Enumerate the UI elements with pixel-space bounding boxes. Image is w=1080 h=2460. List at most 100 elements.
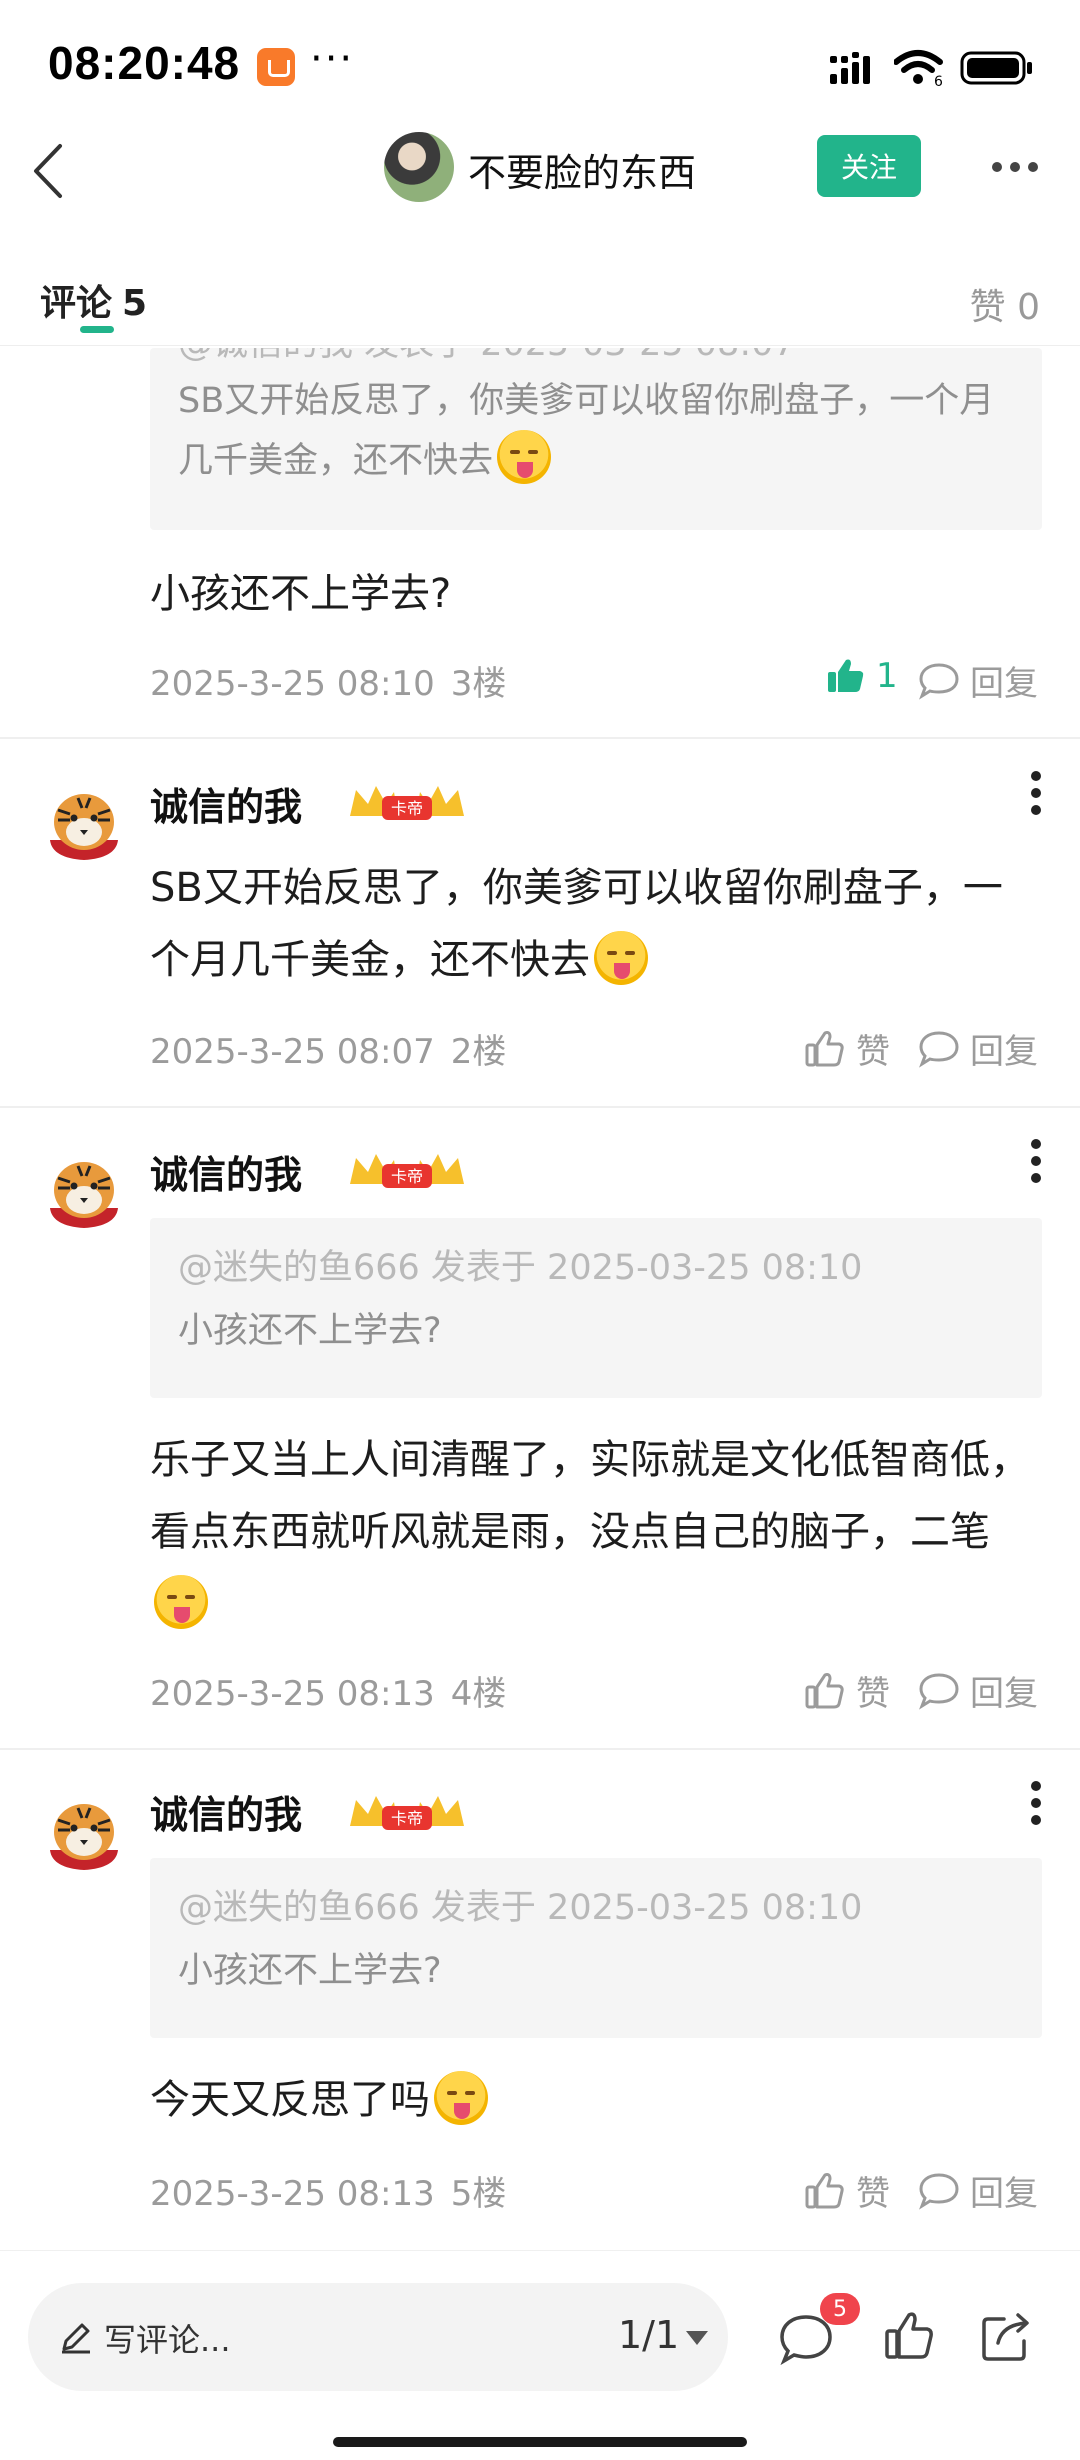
like-label: 赞 bbox=[856, 1674, 890, 1714]
more-icon[interactable] bbox=[990, 160, 1040, 174]
quoted-comment: @诚信的我 发表于 2025-03-25 08:07 SB又开始反思了，你美爹可… bbox=[150, 348, 1042, 530]
user-name[interactable]: 诚信的我 bbox=[150, 776, 302, 831]
page-indicator[interactable]: 1/1 bbox=[618, 2313, 679, 2357]
quoted-comment: @迷失的鱼666 发表于 2025-03-25 08:10 小孩还不上学去? bbox=[150, 1218, 1042, 1398]
emoji-drooling-icon bbox=[434, 2071, 488, 2125]
kebab-menu-icon[interactable] bbox=[1030, 1780, 1042, 1826]
thumb-up-icon bbox=[805, 1030, 844, 1066]
quote-text-content: SB又开始反思了，你美爹可以收留你刷盘子，一个月几千美金，还不快去 bbox=[178, 381, 995, 481]
reply-bubble-icon bbox=[919, 1672, 959, 1710]
comment-text-content: 今天又反思了吗 bbox=[150, 2077, 430, 2123]
quote-meta: @迷失的鱼666 发表于 2025-03-25 08:10 bbox=[178, 1248, 863, 1288]
quote-text: SB又开始反思了，你美爹可以收留你刷盘子，一个月几千美金，还不快去 bbox=[178, 372, 1018, 490]
comment-tabs: 评论 5 赞 0 bbox=[0, 260, 1080, 346]
comment-text: SB又开始反思了，你美爹可以收留你刷盘子，一个月几千美金，还不快去 bbox=[150, 852, 1030, 996]
user-avatar-tiger[interactable] bbox=[42, 780, 126, 864]
caret-down-icon[interactable] bbox=[686, 2331, 708, 2345]
tab-comments[interactable]: 评论 5 bbox=[40, 274, 147, 326]
back-icon[interactable] bbox=[24, 136, 74, 206]
comment-floor: 4楼 bbox=[450, 1674, 507, 1714]
comment-meta: 2025-3-25 08:13 5楼 bbox=[150, 2166, 522, 2215]
badge-text: 卡帝 bbox=[391, 1809, 423, 1828]
comment-text-content: 乐子又当上人间清醒了，实际就是文化低智商低，看点东西就听风就是雨，没点自己的脑子… bbox=[150, 1437, 1030, 1555]
like-label: 赞 bbox=[856, 2174, 890, 2214]
pen-icon bbox=[62, 2323, 90, 2354]
reply-button[interactable]: 回复 bbox=[918, 656, 1038, 705]
like-button[interactable]: 赞 bbox=[804, 1024, 890, 1073]
like-count: 1 bbox=[876, 656, 898, 696]
share-icon[interactable] bbox=[980, 2309, 1032, 2363]
kebab-menu-icon[interactable] bbox=[1030, 770, 1042, 816]
user-avatar-tiger[interactable] bbox=[42, 1148, 126, 1232]
tab-likes[interactable]: 赞 0 bbox=[970, 278, 1040, 330]
reply-label: 回复 bbox=[970, 664, 1038, 704]
emoji-drooling-icon bbox=[154, 1575, 208, 1629]
emoji-drooling-icon bbox=[497, 430, 552, 484]
author-avatar[interactable] bbox=[384, 132, 454, 202]
crown-badge-icon: 卡帝 bbox=[350, 1796, 464, 1830]
comment-floor: 3楼 bbox=[450, 664, 507, 704]
reply-label: 回复 bbox=[970, 1674, 1038, 1714]
thumb-up-icon[interactable] bbox=[884, 2309, 934, 2363]
user-name[interactable]: 诚信的我 bbox=[150, 1144, 302, 1199]
tab-likes-label: 赞 bbox=[969, 287, 1006, 328]
tab-comments-label: 评论 bbox=[40, 283, 113, 324]
quote-text: 小孩还不上学去? bbox=[178, 1951, 442, 1991]
like-button[interactable]: 赞 bbox=[804, 2166, 890, 2215]
comment-date: 2025-3-25 08:10 bbox=[150, 664, 435, 704]
comment-floor: 5楼 bbox=[450, 2174, 507, 2214]
comment-date: 2025-3-25 08:13 bbox=[150, 1674, 435, 1714]
shopping-app-icon bbox=[257, 48, 295, 86]
like-label: 赞 bbox=[856, 1032, 890, 1072]
thumb-up-filled-icon bbox=[828, 659, 864, 692]
follow-button[interactable]: 关注 bbox=[817, 135, 921, 197]
crown-badge-icon: 卡帝 bbox=[350, 1154, 464, 1188]
comment-count-badge: 5 bbox=[820, 2293, 860, 2325]
reply-label: 回复 bbox=[970, 1032, 1038, 1072]
comment-text: 乐子又当上人间清醒了，实际就是文化低智商低，看点东西就听风就是雨，没点自己的脑子… bbox=[150, 1424, 1040, 1640]
quote-meta: @迷失的鱼666 发表于 2025-03-25 08:10 bbox=[178, 1888, 863, 1928]
quoted-comment: @迷失的鱼666 发表于 2025-03-25 08:10 小孩还不上学去? bbox=[150, 1858, 1042, 2038]
wifi-icon: 6 bbox=[894, 50, 943, 88]
user-avatar-tiger[interactable] bbox=[42, 1790, 126, 1874]
kebab-menu-icon[interactable] bbox=[1030, 1138, 1042, 1184]
quote-text: 小孩还不上学去? bbox=[178, 1311, 442, 1351]
signal-icon bbox=[830, 52, 870, 84]
comment-text-content: SB又开始反思了，你美爹可以收留你刷盘子，一个月几千美金，还不快去 bbox=[150, 865, 1003, 983]
divider bbox=[0, 1748, 1080, 1750]
thumb-up-icon bbox=[805, 1672, 844, 1708]
comment-meta: 2025-3-25 08:07 2楼 bbox=[150, 1024, 522, 1073]
comment-floor: 2楼 bbox=[450, 1032, 507, 1072]
home-indicator[interactable] bbox=[333, 2437, 747, 2447]
svg-text:6: 6 bbox=[934, 74, 943, 88]
status-bar: 08:20:48 ··· 6 bbox=[0, 0, 1080, 130]
status-time: 08:20:48 bbox=[48, 37, 241, 89]
like-button[interactable]: 1 bbox=[826, 656, 898, 696]
divider bbox=[0, 1106, 1080, 1108]
reply-button[interactable]: 回复 bbox=[918, 1666, 1038, 1715]
badge-text: 卡帝 bbox=[391, 1167, 423, 1186]
reply-bubble-icon bbox=[919, 2172, 959, 2210]
reply-label: 回复 bbox=[970, 2174, 1038, 2214]
crown-badge-icon: 卡帝 bbox=[350, 786, 464, 820]
comment-text: 今天又反思了吗 bbox=[150, 2064, 488, 2136]
like-button[interactable]: 赞 bbox=[804, 1666, 890, 1715]
write-comment-input[interactable]: 写评论... 1/1 bbox=[28, 2283, 728, 2391]
divider bbox=[0, 737, 1080, 739]
user-name[interactable]: 诚信的我 bbox=[150, 1784, 302, 1839]
battery-icon bbox=[960, 51, 1032, 85]
comment-meta: 2025-3-25 08:10 3楼 bbox=[150, 656, 522, 705]
emoji-drooling-icon bbox=[594, 931, 648, 985]
tab-likes-count: 0 bbox=[1017, 287, 1040, 328]
comment-date: 2025-3-25 08:13 bbox=[150, 2174, 435, 2214]
author-name[interactable]: 不要脸的东西 bbox=[468, 142, 696, 197]
comment-placeholder: 写评论... bbox=[104, 2321, 231, 2359]
reply-bubble-icon bbox=[919, 662, 959, 700]
comment-meta: 2025-3-25 08:13 4楼 bbox=[150, 1666, 522, 1715]
comment-text: 小孩还不上学去? bbox=[150, 571, 452, 617]
reply-button[interactable]: 回复 bbox=[918, 2166, 1038, 2215]
active-tab-indicator bbox=[80, 326, 114, 333]
bottom-bar: 写评论... 1/1 5 bbox=[0, 2250, 1080, 2460]
reply-button[interactable]: 回复 bbox=[918, 1024, 1038, 1073]
badge-text: 卡帝 bbox=[391, 799, 423, 818]
